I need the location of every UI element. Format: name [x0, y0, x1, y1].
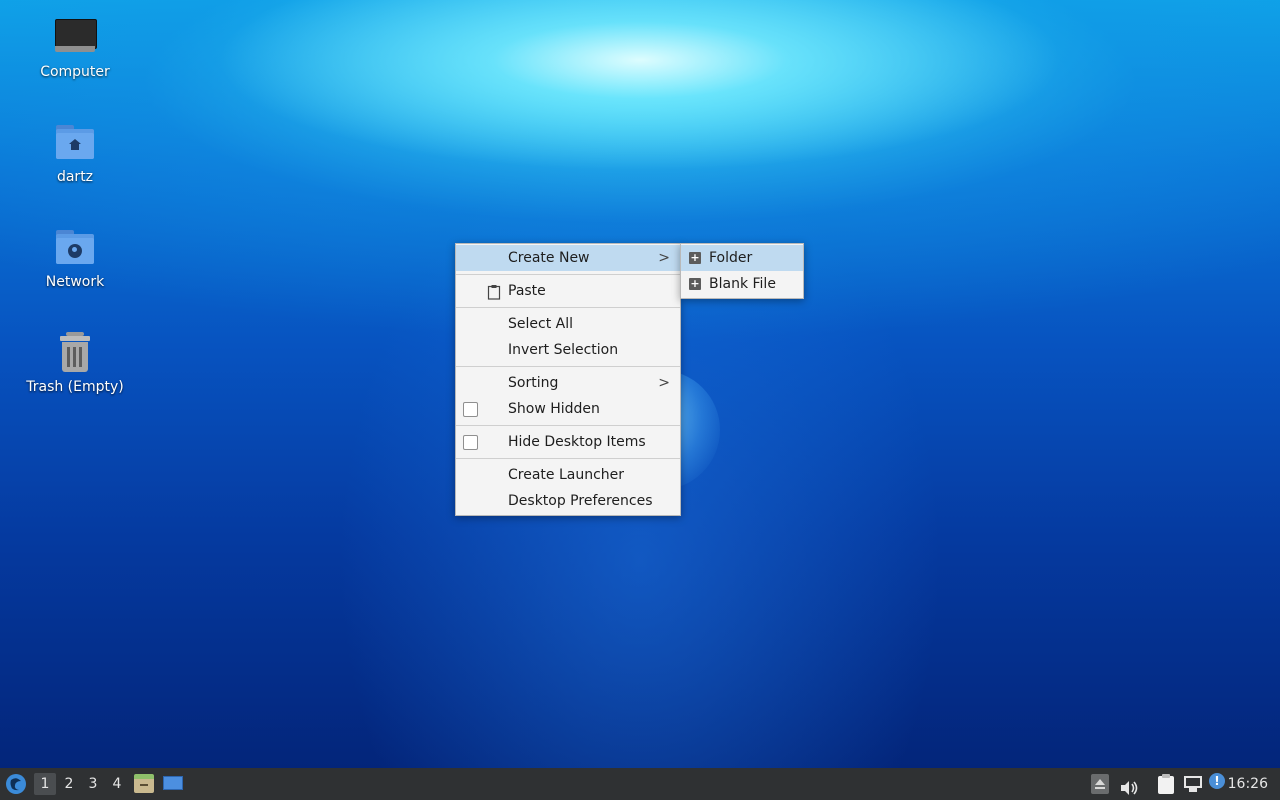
- menu-separator: [456, 458, 680, 459]
- network-folder-icon: [53, 226, 97, 270]
- taskbar: 1 2 3 4 ! 16:26: [0, 768, 1280, 800]
- clock[interactable]: 16:26: [1228, 768, 1268, 800]
- desktop-icon-label: Network: [45, 274, 105, 290]
- clipboard-icon[interactable]: [1156, 773, 1176, 795]
- create-new-submenu: + Folder + Blank File: [680, 243, 804, 299]
- eject-icon[interactable]: [1091, 774, 1109, 794]
- submenu-item-folder[interactable]: + Folder: [681, 245, 803, 271]
- menu-item-label: Show Hidden: [508, 401, 600, 417]
- submenu-item-label: Folder: [709, 250, 753, 266]
- menu-item-label: Select All: [508, 316, 573, 332]
- desktop-icon-trash[interactable]: Trash (Empty): [20, 331, 130, 395]
- hide-desktop-items-checkbox[interactable]: [463, 435, 478, 450]
- menu-item-label: Hide Desktop Items: [508, 434, 646, 450]
- menu-item-label: Desktop Preferences: [508, 493, 653, 509]
- desktop-icon-network[interactable]: Network: [20, 226, 130, 290]
- network-icon[interactable]: [1183, 775, 1203, 793]
- menu-item-create-new[interactable]: Create New >: [456, 245, 680, 271]
- file-manager-icon[interactable]: [134, 774, 154, 794]
- desktop-icon-label: Trash (Empty): [26, 379, 124, 395]
- menu-item-hide-desktop-items[interactable]: Hide Desktop Items: [456, 429, 680, 455]
- menu-item-label: Sorting: [508, 375, 559, 391]
- chevron-right-icon: >: [658, 250, 670, 266]
- menu-item-create-launcher[interactable]: Create Launcher: [456, 462, 680, 488]
- home-folder-icon: [53, 121, 97, 165]
- desktop-icon-label: Computer: [40, 64, 110, 80]
- menu-item-paste[interactable]: Paste: [456, 278, 680, 304]
- clipboard-icon: [487, 283, 501, 300]
- menu-item-desktop-preferences[interactable]: Desktop Preferences: [456, 488, 680, 514]
- desktop-icon-computer[interactable]: Computer: [20, 16, 130, 80]
- desktop-icon-home[interactable]: dartz: [20, 121, 130, 185]
- trash-icon: [53, 331, 97, 375]
- workspace-4[interactable]: 4: [106, 768, 128, 800]
- new-folder-icon: +: [689, 251, 701, 264]
- submenu-item-blank-file[interactable]: + Blank File: [681, 271, 803, 297]
- workspace-3[interactable]: 3: [82, 768, 104, 800]
- menu-item-label: Paste: [508, 283, 546, 299]
- menu-item-sorting[interactable]: Sorting >: [456, 370, 680, 396]
- desktop-context-menu: Create New > Paste Select All Invert Sel…: [455, 243, 681, 516]
- monitor-icon: [53, 16, 97, 60]
- menu-item-label: Invert Selection: [508, 342, 619, 358]
- menu-item-select-all[interactable]: Select All: [456, 311, 680, 337]
- show-desktop-icon[interactable]: [163, 776, 183, 792]
- notification-icon[interactable]: !: [1209, 773, 1227, 791]
- submenu-item-label: Blank File: [709, 276, 776, 292]
- menu-item-show-hidden[interactable]: Show Hidden: [456, 396, 680, 422]
- new-file-icon: +: [689, 277, 701, 290]
- menu-separator: [456, 425, 680, 426]
- menu-separator: [456, 274, 680, 275]
- menu-item-label: Create New: [508, 250, 590, 266]
- menu-separator: [456, 307, 680, 308]
- workspace-1[interactable]: 1: [34, 773, 56, 795]
- start-menu-icon[interactable]: [4, 772, 28, 796]
- show-hidden-checkbox[interactable]: [463, 402, 478, 417]
- chevron-right-icon: >: [658, 375, 670, 391]
- workspace-2[interactable]: 2: [58, 768, 80, 800]
- menu-item-invert-selection[interactable]: Invert Selection: [456, 337, 680, 363]
- menu-separator: [456, 366, 680, 367]
- volume-icon[interactable]: [1119, 776, 1139, 795]
- menu-item-label: Create Launcher: [508, 467, 625, 483]
- desktop-icon-label: dartz: [56, 169, 94, 185]
